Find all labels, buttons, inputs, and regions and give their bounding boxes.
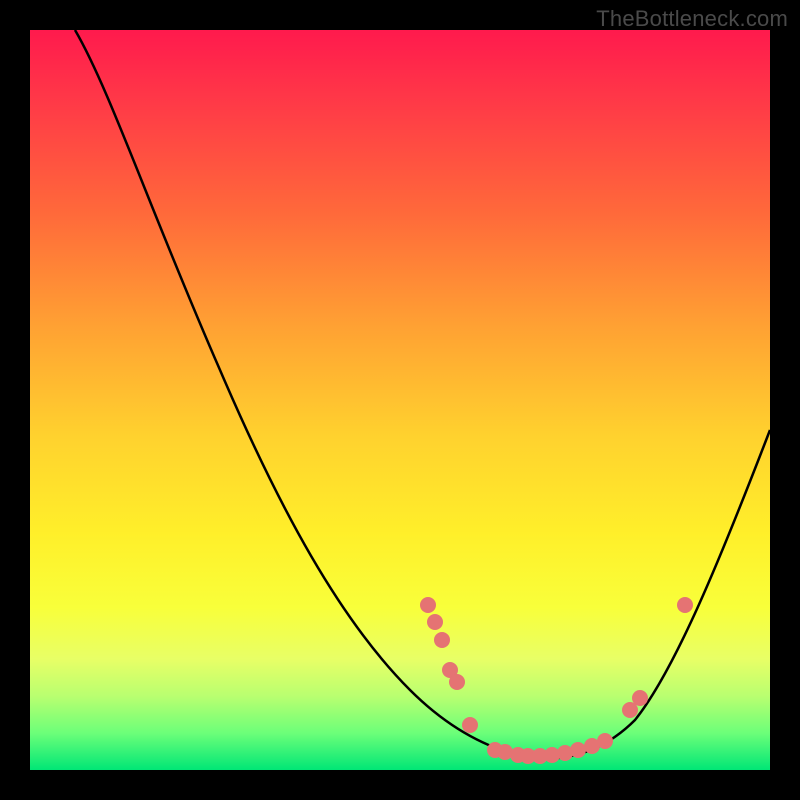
scatter-point: [570, 742, 586, 758]
scatter-point: [462, 717, 478, 733]
plot-area: [30, 30, 770, 770]
scatter-point: [449, 674, 465, 690]
scatter-group: [420, 597, 693, 764]
chart-frame: TheBottleneck.com: [0, 0, 800, 800]
scatter-point: [632, 690, 648, 706]
watermark-text: TheBottleneck.com: [596, 6, 788, 32]
scatter-point: [427, 614, 443, 630]
bottleneck-curve: [75, 30, 770, 759]
scatter-point: [597, 733, 613, 749]
scatter-point: [677, 597, 693, 613]
scatter-point: [434, 632, 450, 648]
plot-svg: [30, 30, 770, 770]
scatter-point: [420, 597, 436, 613]
